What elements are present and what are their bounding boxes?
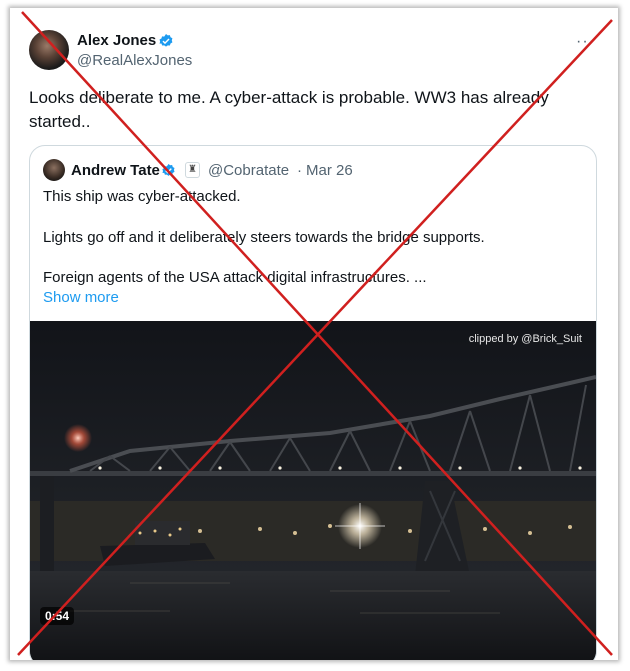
- more-options-button[interactable]: ···: [576, 33, 595, 51]
- author-name[interactable]: Alex Jones: [77, 32, 156, 49]
- quote-text-line: Lights go off and it deliberately steers…: [43, 229, 485, 246]
- video-player[interactable]: clipped by @Brick_Suit 0:54: [30, 321, 596, 660]
- quote-author-handle: @Cobratate: [208, 162, 290, 179]
- verified-badge-icon: [159, 34, 173, 47]
- quote-author-avatar: [43, 159, 65, 181]
- quote-text-line: Foreign agents of the USA attack digital…: [43, 269, 427, 286]
- affiliate-badge-icon: ♜: [185, 162, 200, 178]
- quoted-tweet[interactable]: Andrew Tate ♜ @Cobratate · Mar 26 This s…: [29, 145, 597, 660]
- tweet-screenshot-frame: Alex Jones @RealAlexJones ··· Looks deli…: [10, 8, 618, 660]
- quote-verified-badge-icon: [162, 163, 175, 176]
- quote-date: Mar 26: [306, 162, 353, 179]
- show-more-link[interactable]: Show more: [43, 289, 119, 306]
- author-avatar[interactable]: [29, 30, 69, 70]
- tweet-text: Looks deliberate to me. A cyber-attack i…: [29, 88, 549, 131]
- quote-text-line: This ship was cyber-attacked.: [43, 188, 241, 205]
- bridge-video-frame: [30, 321, 596, 660]
- video-watermark: clipped by @Brick_Suit: [468, 333, 582, 345]
- author-handle[interactable]: @RealAlexJones: [77, 52, 192, 69]
- quote-author-name: Andrew Tate: [71, 162, 160, 179]
- video-duration: 0:54: [40, 607, 75, 625]
- separator-dot: ·: [297, 162, 302, 179]
